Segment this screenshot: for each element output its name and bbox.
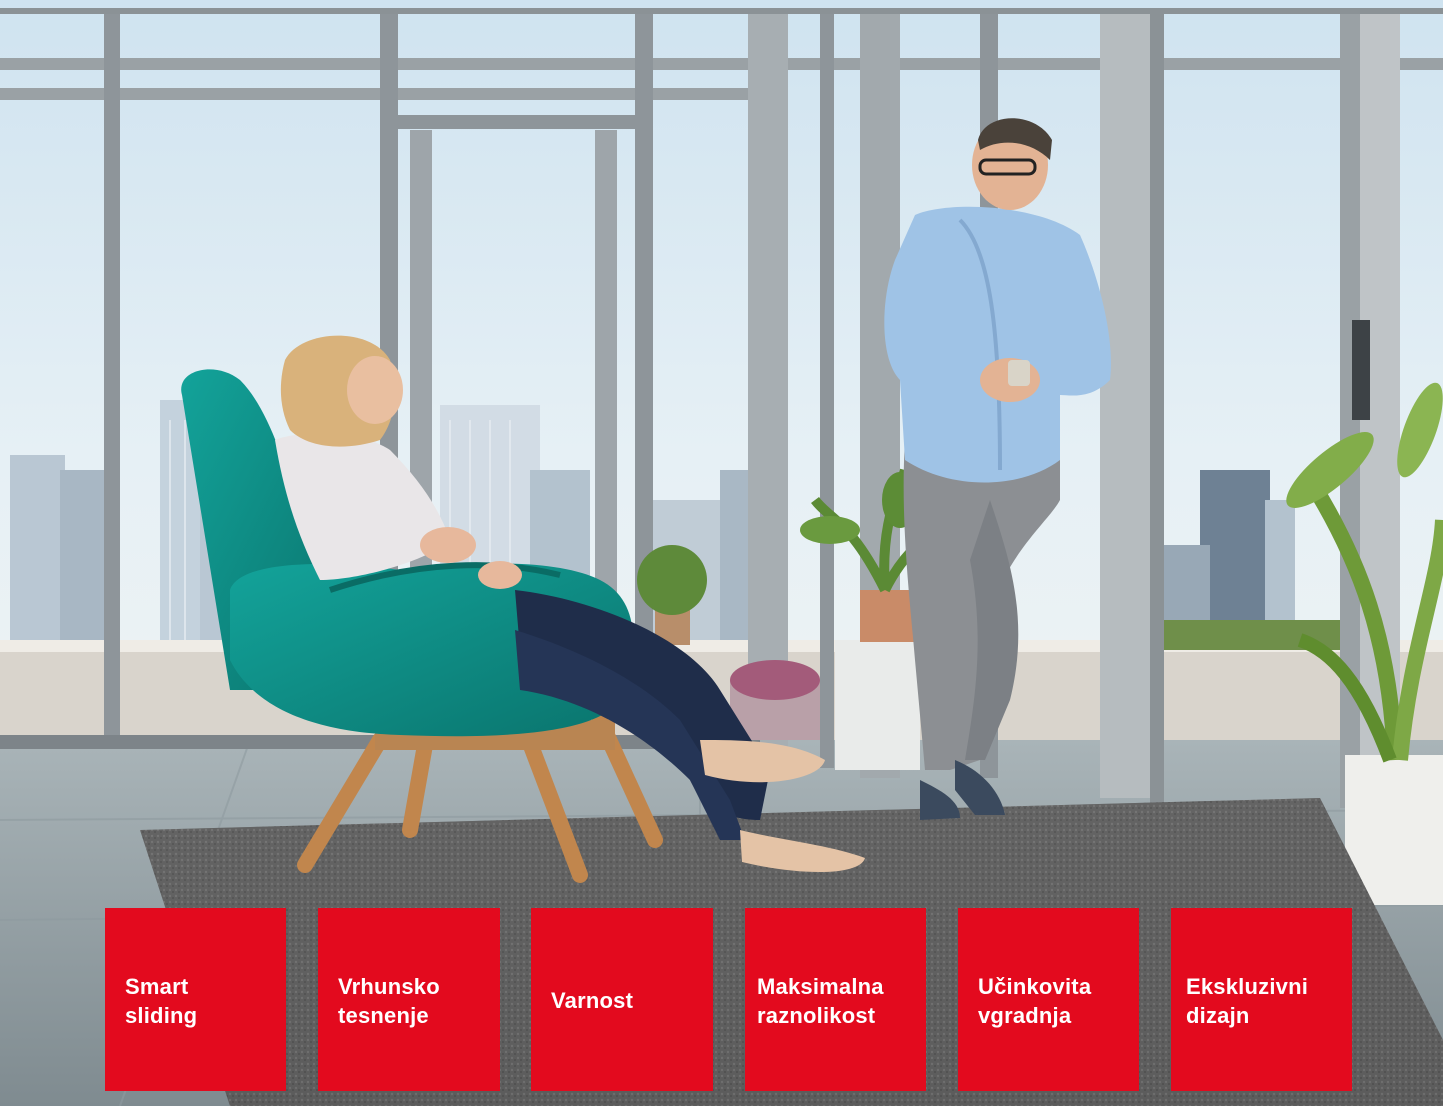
badge-ucinkovita-vgradnja[interactable]: Učinkovita vgradnja [958,908,1139,1091]
badge-label: Ekskluzivni dizajn [1186,973,1309,1028]
badge-label: Učinkovita vgradnja [978,973,1092,1028]
feature-badges: Smart sliding Vrhunsko tesnenje Varnost … [0,0,1443,1106]
badge-vrhunsko-tesnenje[interactable]: Vrhunsko tesnenje [318,908,500,1091]
badge-label: Smart sliding [125,973,198,1028]
badge-maksimalna-raznolikost[interactable]: Maksimalna raznolikost [745,908,926,1091]
badge-label: Varnost [551,988,634,1013]
badge-label: Maksimalna raznolikost [757,973,884,1028]
badge-smart-sliding[interactable]: Smart sliding [105,908,286,1091]
badge-label: Vrhunsko tesnenje [338,973,440,1028]
badge-varnost[interactable]: Varnost [531,908,713,1091]
badge-ekskluzivni-dizajn[interactable]: Ekskluzivni dizajn [1171,908,1352,1091]
hero-scene: Smart sliding Vrhunsko tesnenje Varnost … [0,0,1443,1106]
